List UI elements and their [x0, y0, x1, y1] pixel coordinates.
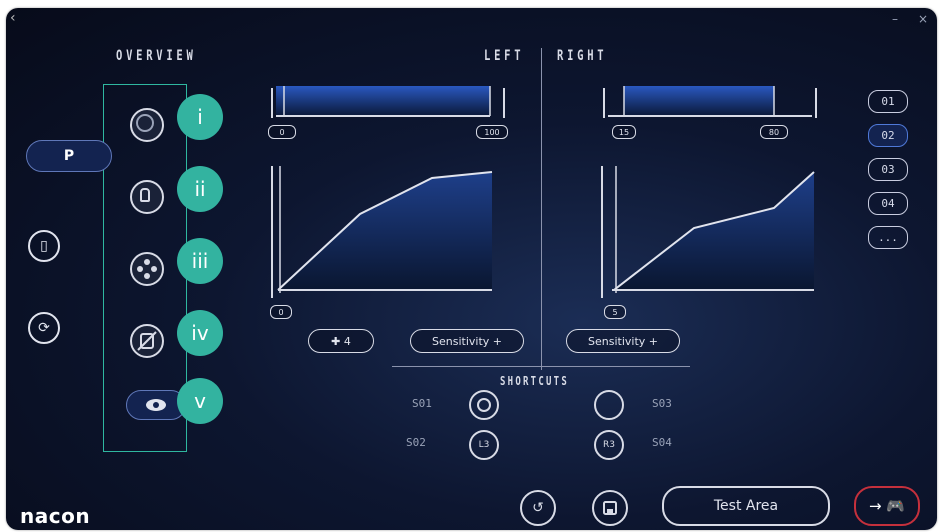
stick-icon[interactable] — [130, 108, 164, 142]
profile-more-button[interactable]: ... — [868, 226, 908, 249]
profile-03-button[interactable]: 03 — [868, 158, 908, 181]
right-sensitivity-button[interactable]: Sensitivity + — [566, 329, 680, 353]
shortcuts-divider — [392, 366, 690, 367]
buttons-icon[interactable] — [130, 252, 164, 286]
reset-button[interactable]: ↺ — [520, 490, 556, 526]
playstation-icon: P — [63, 148, 75, 164]
center-divider — [541, 48, 542, 370]
playstation-button[interactable]: P — [26, 140, 112, 172]
badge-iii: iii — [177, 238, 223, 284]
exit-button[interactable]: → 🎮 — [854, 486, 920, 526]
shortcut-button-s03[interactable] — [594, 390, 624, 420]
back-chevron-icon[interactable]: ‹ — [10, 10, 16, 26]
badge-v: v — [177, 378, 223, 424]
left-header: LEFT — [484, 48, 525, 64]
shortcut-label-s02: S02 — [406, 436, 426, 449]
shortcut-label-s01: S01 — [412, 397, 432, 410]
right-curve-graph[interactable] — [594, 158, 824, 318]
exit-arrow-controller-icon: → 🎮 — [868, 497, 905, 515]
app-window: ‹ – × OVERVIEW i ii iii iv v P ▯ ⟳ LEFT … — [6, 8, 937, 530]
badge-iv: iv — [177, 310, 223, 356]
profile-02-button[interactable]: 02 — [868, 124, 908, 147]
left-curve-preset-button[interactable]: ✚ 4 — [308, 329, 374, 353]
reset-icon: ↺ — [532, 500, 544, 516]
badge-i: i — [177, 94, 223, 140]
save-button[interactable] — [592, 490, 628, 526]
badge-ii: ii — [177, 166, 223, 212]
overview-title: OVERVIEW — [116, 48, 197, 64]
right-range-min-handle[interactable]: 15 — [612, 125, 636, 139]
vibration-off-icon[interactable] — [130, 324, 164, 358]
minimize-button[interactable]: – — [892, 12, 898, 26]
save-icon — [603, 501, 617, 515]
left-deadzone-handle[interactable]: 0 — [270, 305, 292, 319]
profile-01-button[interactable]: 01 — [868, 90, 908, 113]
left-curve-graph[interactable] — [264, 158, 504, 318]
left-range-min-handle[interactable]: 0 — [268, 125, 296, 139]
trigger-icon[interactable] — [130, 180, 164, 214]
right-deadzone-handle[interactable]: 5 — [604, 305, 626, 319]
right-range-max-handle[interactable]: 80 — [760, 125, 788, 139]
shortcut-label-s04: S04 — [652, 436, 672, 449]
shortcut-button-s04[interactable]: R3 — [594, 430, 624, 460]
sync-icon[interactable]: ⟳ — [28, 312, 60, 344]
test-area-button[interactable]: Test Area — [662, 486, 830, 526]
shortcut-button-s02[interactable]: L3 — [469, 430, 499, 460]
close-button[interactable]: × — [918, 12, 928, 26]
shortcuts-title: SHORTCUTS — [500, 374, 570, 388]
device-icon[interactable]: ▯ — [28, 230, 60, 262]
shortcut-button-s01[interactable] — [469, 390, 499, 420]
left-range-max-handle[interactable]: 100 — [476, 125, 508, 139]
shortcut-label-s03: S03 — [652, 397, 672, 410]
nacon-logo: nacon — [20, 504, 91, 528]
profile-04-button[interactable]: 04 — [868, 192, 908, 215]
eye-icon — [146, 399, 166, 411]
right-header: RIGHT — [557, 48, 608, 64]
left-sensitivity-button[interactable]: Sensitivity + — [410, 329, 524, 353]
